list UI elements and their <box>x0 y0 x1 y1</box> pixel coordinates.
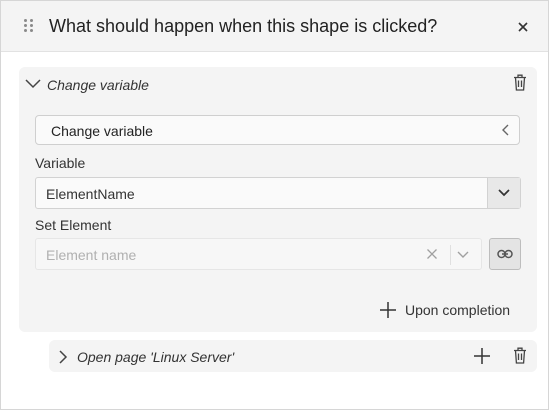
close-icon[interactable] <box>426 248 438 260</box>
set-element-label: Set Element <box>35 217 112 233</box>
link-icon <box>497 249 513 259</box>
chevron-left-icon <box>502 124 509 136</box>
variable-dropdown-button[interactable] <box>487 178 520 208</box>
close-button[interactable] <box>511 15 535 39</box>
action-title[interactable]: Change variable <box>47 77 149 93</box>
trash-icon[interactable] <box>513 74 527 91</box>
upon-completion-label: Upon completion <box>405 302 511 318</box>
dialog-header: What should happen when this shape is cl… <box>1 1 548 52</box>
dialog-title: What should happen when this shape is cl… <box>49 16 438 36</box>
action-type-value: Change variable <box>51 123 153 139</box>
next-action-title: Open page 'Linux Server' <box>77 349 235 365</box>
variable-label: Variable <box>35 155 86 171</box>
chevron-down-icon <box>498 189 510 197</box>
variable-select[interactable]: ElementName <box>35 177 521 209</box>
element-name-input[interactable]: Element name <box>35 238 482 270</box>
drag-handle-icon[interactable] <box>24 19 36 33</box>
plus-icon <box>380 302 396 318</box>
link-button[interactable] <box>489 238 521 270</box>
variable-value: ElementName <box>46 186 135 202</box>
action-panel-change-variable: Change variable Change variable Variable… <box>19 67 537 332</box>
chevron-down-icon[interactable] <box>24 78 42 90</box>
divider <box>450 245 451 265</box>
action-row-open-page[interactable]: Open page 'Linux Server' <box>49 340 537 372</box>
chevron-right-icon[interactable] <box>58 349 68 365</box>
action-type-select[interactable]: Change variable <box>35 115 520 145</box>
action-dialog: What should happen when this shape is cl… <box>0 0 549 410</box>
close-icon <box>518 22 528 32</box>
element-name-placeholder: Element name <box>46 247 137 263</box>
plus-icon[interactable] <box>473 347 491 365</box>
trash-icon[interactable] <box>513 347 527 364</box>
chevron-down-icon[interactable] <box>456 250 470 260</box>
